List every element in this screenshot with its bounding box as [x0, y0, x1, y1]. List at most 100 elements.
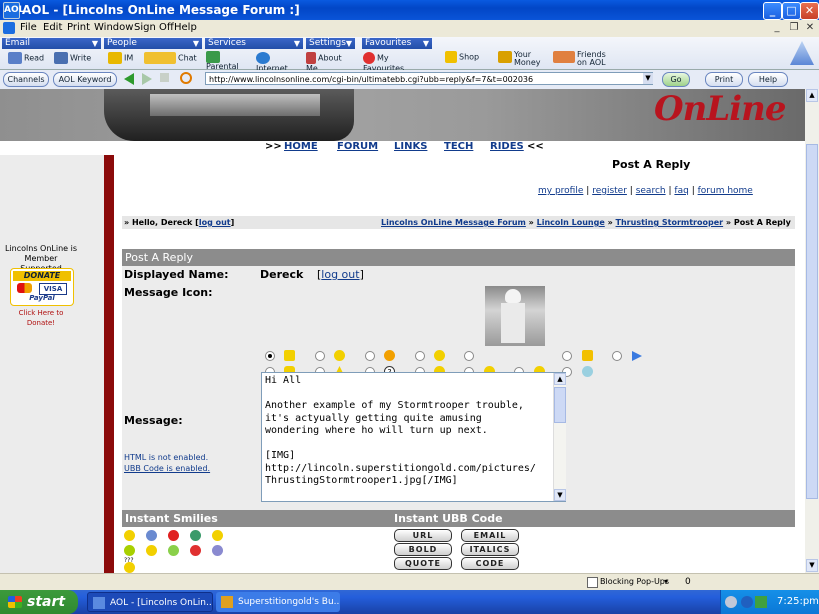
aol-keyword-button[interactable]: AOL Keyword [53, 72, 117, 87]
print-button[interactable]: Print [705, 72, 743, 87]
instant-wink-icon[interactable] [212, 530, 223, 541]
my-favourites-button[interactable]: My Favourites [363, 52, 432, 73]
icon-radio-2[interactable] [315, 351, 325, 361]
ubb-url-button[interactable]: URL [394, 529, 452, 542]
page-scroll-up-icon[interactable]: ▲ [806, 89, 818, 102]
breadcrumb-lounge-link[interactable]: Lincoln Lounge [537, 218, 605, 227]
start-button[interactable]: start [0, 590, 78, 614]
settings-group-header[interactable]: Settings ▼ [306, 38, 355, 49]
tray-arrow-icon[interactable] [725, 596, 737, 608]
chat-button[interactable]: Chat [144, 52, 197, 66]
back-arrow-icon[interactable] [124, 73, 134, 85]
menu-window[interactable]: Window [94, 22, 133, 33]
im-button[interactable]: IM [108, 52, 133, 66]
email-group-header[interactable]: Email ▼ [2, 38, 101, 49]
my-profile-link[interactable]: my profile [538, 186, 583, 196]
ubb-code-button[interactable]: CODE [461, 557, 519, 570]
menu-edit[interactable]: Edit [43, 22, 62, 33]
read-button[interactable]: Read [8, 52, 44, 66]
instant-eek-icon[interactable] [190, 530, 201, 541]
taskbar-item-aol[interactable]: AOL - [Lincolns OnLin... [87, 592, 213, 612]
mdi-minimize-icon[interactable]: _ [770, 22, 784, 34]
menu-print[interactable]: Print [67, 22, 90, 33]
people-group-header[interactable]: People ▼ [104, 38, 202, 49]
write-button[interactable]: Write [54, 52, 91, 66]
mdi-restore-icon[interactable]: ❐ [787, 22, 801, 34]
internet-button[interactable]: Internet [256, 52, 303, 73]
scroll-thumb[interactable] [554, 387, 566, 423]
favourites-group-header[interactable]: Favourites ▼ [362, 38, 432, 49]
page-scroll-thumb[interactable] [806, 144, 818, 499]
breadcrumb-forum-link[interactable]: Lincolns OnLine Message Forum [381, 218, 526, 227]
search-link[interactable]: search [636, 186, 666, 196]
stop-icon[interactable] [160, 73, 169, 82]
go-button[interactable]: Go [662, 72, 690, 87]
refresh-icon[interactable] [180, 72, 192, 84]
icon-radio-5[interactable] [464, 351, 474, 361]
page-scrollbar[interactable]: ▲ ▼ [805, 89, 819, 573]
faq-link[interactable]: faq [674, 186, 688, 196]
channels-button[interactable]: Channels [3, 72, 49, 87]
scroll-up-icon[interactable]: ▲ [554, 373, 566, 385]
your-money-button[interactable]: Your Money [498, 51, 548, 67]
instant-angry-icon[interactable] [190, 545, 201, 556]
forward-arrow-icon[interactable] [142, 73, 152, 85]
icon-radio-3[interactable] [365, 351, 375, 361]
message-scrollbar[interactable]: ▲ ▼ [553, 373, 566, 501]
instant-tongue-icon[interactable] [124, 545, 135, 556]
donate-badge[interactable]: DONATE VISA PayPal [10, 268, 74, 306]
instant-mad-icon[interactable] [168, 530, 179, 541]
address-dropdown-icon[interactable]: ▼ [643, 73, 653, 84]
ubb-italics-button[interactable]: ITALICS [461, 543, 519, 556]
scroll-down-icon[interactable]: ▼ [554, 489, 566, 501]
services-group-header[interactable]: Services ▼ [205, 38, 303, 49]
instant-confused-icon[interactable] [124, 562, 135, 573]
aol-menu-icon[interactable] [3, 22, 15, 34]
icon-radio-4[interactable] [415, 351, 425, 361]
nav-tech-link[interactable]: TECH [444, 141, 473, 152]
close-button[interactable]: ✕ [800, 2, 819, 20]
mdi-close-icon[interactable]: ✕ [803, 22, 817, 34]
popup-blocker-dropdown[interactable]: ▾ [664, 577, 668, 586]
popup-blocker-label[interactable]: Blocking Pop-Ups [600, 577, 669, 586]
aol-tray-icon[interactable] [741, 596, 753, 608]
breadcrumb-topic-link[interactable]: Thrusting Stormtrooper [616, 218, 724, 227]
ubb-email-button[interactable]: EMAIL [461, 529, 519, 542]
nav-forum-link[interactable]: FORUM [337, 141, 378, 152]
instant-sick-icon[interactable] [168, 545, 179, 556]
nav-links-link[interactable]: LINKS [394, 141, 427, 152]
nav-home-link[interactable]: HOME [284, 141, 318, 152]
menu-sign-off[interactable]: Sign Off [134, 22, 174, 33]
menu-file[interactable]: File [20, 22, 37, 33]
about-me-button[interactable]: About Me [306, 52, 355, 73]
help-button[interactable]: Help [748, 72, 788, 87]
maximize-button[interactable]: □ [782, 2, 801, 20]
minimize-button[interactable]: _ [763, 2, 782, 20]
page-scroll-down-icon[interactable]: ▼ [806, 559, 818, 572]
icon-radio-6[interactable] [562, 351, 572, 361]
form-logout-link[interactable]: log out [321, 268, 359, 281]
window-titlebar[interactable]: AOL AOL - [Lincolns OnLine Message Forum… [0, 0, 819, 20]
taskbar-item-superstitiongold[interactable]: Superstitiongold's Bu... [216, 592, 340, 612]
message-textarea[interactable]: Hi All Another example of my Stormtroope… [261, 372, 566, 502]
forum-home-link[interactable]: forum home [698, 186, 753, 196]
instant-rolleyes-icon[interactable] [212, 545, 223, 556]
instant-frown-icon[interactable] [146, 530, 157, 541]
address-input[interactable]: http://www.lincolnsonline.com/cgi-bin/ul… [205, 72, 653, 85]
clock[interactable]: 7:25:pm [777, 590, 819, 614]
register-link[interactable]: register [592, 186, 627, 196]
donate-click-text[interactable]: Click Here to Donate! [6, 308, 76, 328]
icon-radio-1[interactable] [265, 351, 275, 361]
ubb-bold-button[interactable]: BOLD [394, 543, 452, 556]
hello-logout-link[interactable]: log out [199, 218, 231, 227]
icon-radio-7[interactable] [612, 351, 622, 361]
shop-button[interactable]: Shop [445, 51, 479, 65]
instant-cool-icon[interactable] [146, 545, 157, 556]
friends-on-aol-button[interactable]: Friends on AOL [553, 51, 613, 67]
ubb-quote-button[interactable]: QUOTE [394, 557, 452, 570]
ubb-code-link[interactable]: UBB Code is enabled. [124, 464, 210, 473]
network-tray-icon[interactable] [755, 596, 767, 608]
nav-rides-link[interactable]: RIDES [490, 141, 524, 152]
menu-help[interactable]: Help [174, 22, 197, 33]
parental-controls-button[interactable]: Parental Controls [206, 51, 254, 79]
